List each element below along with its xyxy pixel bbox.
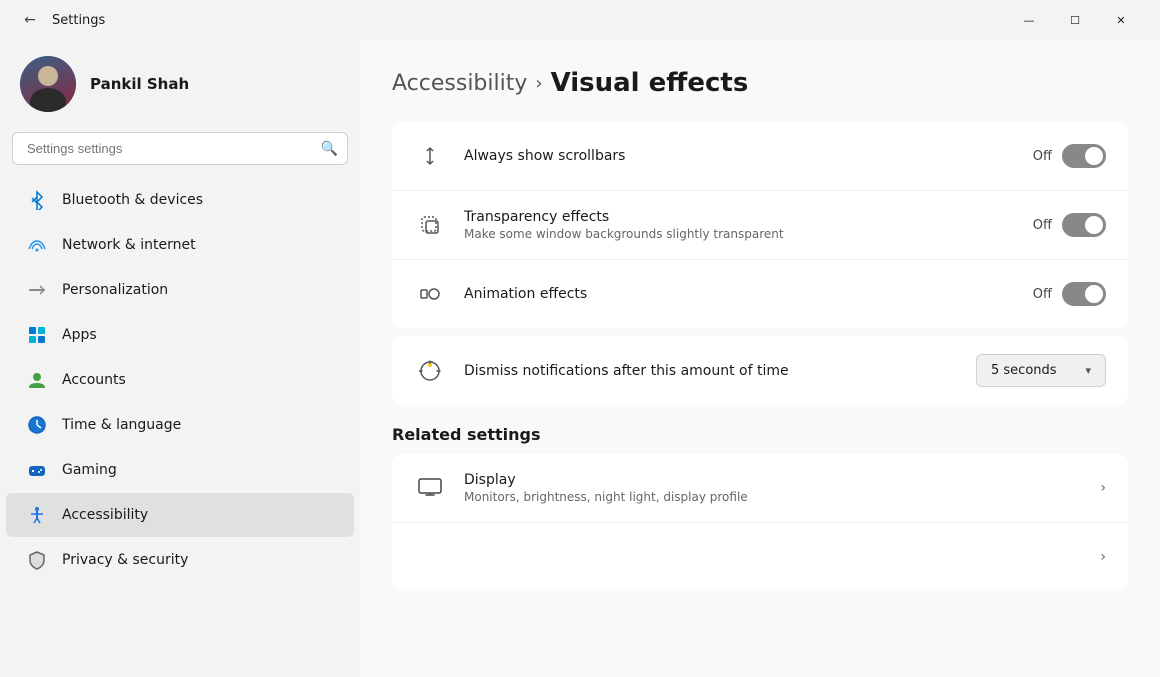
breadcrumb-parent: Accessibility [392, 71, 527, 96]
titlebar-title: Settings [52, 13, 1006, 28]
privacy-icon [26, 549, 48, 571]
display-icon [414, 472, 446, 504]
scrollbars-icon [414, 140, 446, 172]
sidebar-item-label-personalization: Personalization [62, 282, 168, 298]
animation-text: Animation effects [464, 286, 1015, 302]
close-button[interactable]: ✕ [1098, 4, 1144, 36]
sidebar-item-bluetooth[interactable]: Bluetooth & devices [6, 178, 354, 222]
breadcrumb-separator: › [535, 73, 542, 94]
personalization-icon [26, 279, 48, 301]
notification-title: Dismiss notifications after this amount … [464, 363, 958, 379]
sidebar-item-apps[interactable]: Apps [6, 313, 354, 357]
extra-chevron-icon: › [1100, 549, 1106, 565]
scrollbars-toggle[interactable] [1062, 144, 1106, 168]
notification-icon [414, 355, 446, 387]
notification-text: Dismiss notifications after this amount … [464, 363, 958, 379]
back-button[interactable]: ← [16, 6, 44, 34]
sidebar-item-accessibility[interactable]: Accessibility [6, 493, 354, 537]
sidebar-item-privacy[interactable]: Privacy & security [6, 538, 354, 582]
notification-control: 5 seconds ▾ [976, 354, 1106, 387]
transparency-title: Transparency effects [464, 209, 1015, 225]
search-box: 🔍 [12, 132, 348, 165]
related-section-title: Related settings [392, 425, 1128, 444]
app-body: Pankil Shah 🔍 Bluetooth & devices Networ… [0, 40, 1160, 677]
user-section: Pankil Shah [0, 40, 360, 132]
animation-control: Off [1033, 282, 1106, 306]
related-settings-card: Display Monitors, brightness, night ligh… [392, 454, 1128, 591]
scrollbars-control: Off [1033, 144, 1106, 168]
accessibility-icon [26, 504, 48, 526]
window-controls: — ☐ ✕ [1006, 4, 1144, 36]
animation-toggle[interactable] [1062, 282, 1106, 306]
sidebar-item-label-accounts: Accounts [62, 372, 126, 388]
display-subtitle: Monitors, brightness, night light, displ… [464, 490, 1082, 504]
time-icon [26, 414, 48, 436]
back-icon: ← [24, 12, 36, 28]
content-area: Accessibility › Visual effects Always sh… [360, 40, 1160, 677]
transparency-toggle[interactable] [1062, 213, 1106, 237]
transparency-state-label: Off [1033, 218, 1052, 233]
search-icon: 🔍 [321, 141, 338, 157]
animation-icon [414, 278, 446, 310]
display-text: Display Monitors, brightness, night ligh… [464, 472, 1082, 504]
related-extra-row[interactable]: › [392, 523, 1128, 591]
sidebar-item-label-network: Network & internet [62, 237, 196, 253]
scrollbars-text: Always show scrollbars [464, 148, 1015, 164]
sidebar-item-label-privacy: Privacy & security [62, 552, 188, 568]
scrollbars-title: Always show scrollbars [464, 148, 1015, 164]
display-chevron-icon: › [1100, 480, 1106, 496]
dropdown-value: 5 seconds [991, 363, 1057, 378]
display-title: Display [464, 472, 1082, 488]
transparency-text: Transparency effects Make some window ba… [464, 209, 1015, 241]
breadcrumb-current: Visual effects [551, 68, 749, 98]
notification-dropdown[interactable]: 5 seconds ▾ [976, 354, 1106, 387]
titlebar: ← Settings — ☐ ✕ [0, 0, 1160, 40]
animation-state-label: Off [1033, 287, 1052, 302]
transparency-subtitle: Make some window backgrounds slightly tr… [464, 227, 1015, 241]
sidebar: Pankil Shah 🔍 Bluetooth & devices Networ… [0, 40, 360, 677]
accounts-icon [26, 369, 48, 391]
apps-icon [26, 324, 48, 346]
sidebar-item-label-bluetooth: Bluetooth & devices [62, 192, 203, 208]
dropdown-arrow-icon: ▾ [1085, 364, 1091, 377]
notification-card: Dismiss notifications after this amount … [392, 336, 1128, 405]
minimize-button[interactable]: — [1006, 4, 1052, 36]
extra-icon [414, 541, 446, 573]
sidebar-item-label-time: Time & language [62, 417, 181, 433]
animation-title: Animation effects [464, 286, 1015, 302]
transparency-control: Off [1033, 213, 1106, 237]
animation-row: Animation effects Off [392, 260, 1128, 328]
visual-effects-card: Always show scrollbars Off Transparency … [392, 122, 1128, 328]
scrollbars-state-label: Off [1033, 149, 1052, 164]
search-input[interactable] [12, 132, 348, 165]
transparency-row: Transparency effects Make some window ba… [392, 191, 1128, 260]
scrollbars-row: Always show scrollbars Off [392, 122, 1128, 191]
related-display-row[interactable]: Display Monitors, brightness, night ligh… [392, 454, 1128, 523]
sidebar-item-label-gaming: Gaming [62, 462, 117, 478]
gaming-icon [26, 459, 48, 481]
network-icon [26, 234, 48, 256]
sidebar-item-gaming[interactable]: Gaming [6, 448, 354, 492]
transparency-icon [414, 209, 446, 241]
avatar [20, 56, 76, 112]
sidebar-item-personalization[interactable]: Personalization [6, 268, 354, 312]
sidebar-item-network[interactable]: Network & internet [6, 223, 354, 267]
notification-row: Dismiss notifications after this amount … [392, 336, 1128, 405]
nav-list: Bluetooth & devices Network & internet P… [0, 177, 360, 583]
maximize-button[interactable]: ☐ [1052, 4, 1098, 36]
sidebar-item-time[interactable]: Time & language [6, 403, 354, 447]
breadcrumb: Accessibility › Visual effects [392, 68, 1128, 98]
bluetooth-icon [26, 189, 48, 211]
sidebar-item-label-apps: Apps [62, 327, 97, 343]
sidebar-item-label-accessibility: Accessibility [62, 507, 148, 523]
sidebar-item-accounts[interactable]: Accounts [6, 358, 354, 402]
user-name: Pankil Shah [90, 75, 189, 93]
